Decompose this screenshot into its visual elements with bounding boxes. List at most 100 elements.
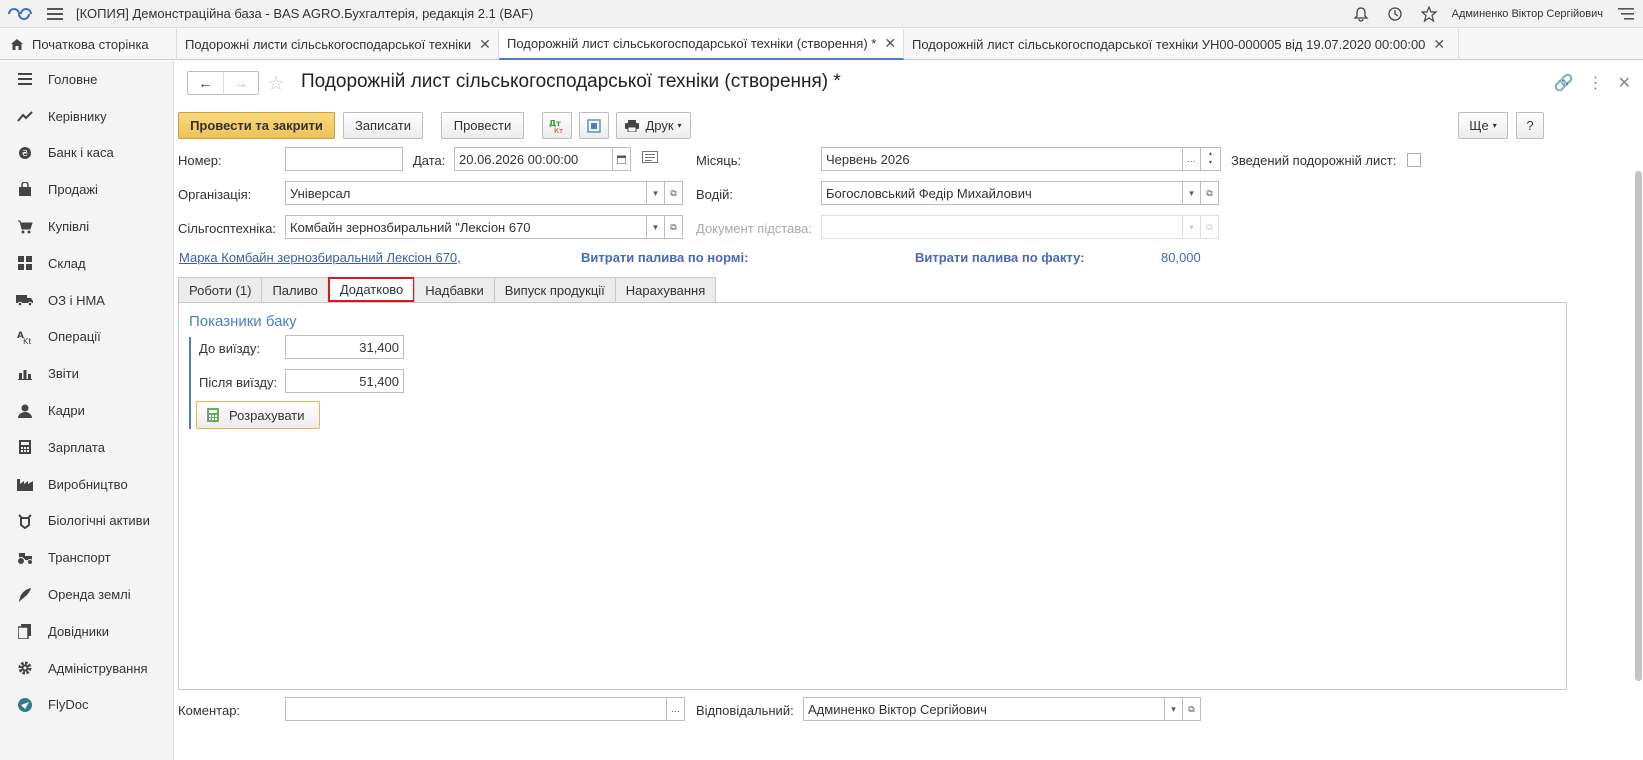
after-departure-input[interactable]: 51,400 — [285, 369, 404, 393]
structure-icon[interactable] — [579, 112, 609, 139]
sidebar-item-administration[interactable]: Адміністрування — [0, 650, 173, 687]
sidebar-item-manager[interactable]: Керівнику — [0, 98, 173, 135]
calculator-icon — [16, 438, 34, 456]
tab-waybill-create[interactable]: Подорожній лист сільськогосподарської те… — [499, 29, 904, 60]
window-tabs: Початкова сторінка Подорожні листи сільс… — [0, 29, 1643, 60]
sidebar-item-reports[interactable]: Звіти — [0, 355, 173, 392]
sidebar-item-hr[interactable]: Кадри — [0, 392, 173, 429]
post-button[interactable]: Провести — [441, 112, 524, 139]
close-icon[interactable]: ✕ — [1433, 36, 1445, 53]
history-icon[interactable] — [1378, 0, 1412, 28]
sidebar-item-fixed-assets[interactable]: ОЗ і НМА — [0, 282, 173, 319]
sidebar-item-land-lease[interactable]: Оренда землі — [0, 576, 173, 613]
sidebar: Головне Керівнику ₴ Банк і каса Продажі … — [0, 61, 174, 760]
back-arrow-icon[interactable]: ← — [188, 72, 224, 94]
sidebar-item-operations[interactable]: A Kt Операції — [0, 319, 173, 356]
sidebar-item-warehouse[interactable]: Склад — [0, 245, 173, 282]
favorites-star-icon[interactable] — [1412, 0, 1446, 28]
up-icon[interactable]: ▴ — [1209, 150, 1212, 159]
scrollbar-thumb[interactable] — [1635, 171, 1642, 681]
more-dropdown-button[interactable]: Ще ▾ — [1458, 112, 1508, 139]
trend-icon — [16, 107, 34, 125]
dropdown-icon[interactable]: ▾ — [1183, 181, 1201, 205]
bar-chart-icon — [16, 365, 34, 383]
sidebar-item-directories[interactable]: Довідники — [0, 613, 173, 650]
link-icon[interactable]: 🔗 — [1554, 73, 1574, 93]
close-icon[interactable]: ✕ — [884, 35, 896, 52]
close-icon[interactable]: ✕ — [1618, 73, 1631, 93]
dropdown-icon[interactable]: ▾ — [1165, 697, 1183, 721]
sidebar-item-bio-assets[interactable]: Біологічні активи — [0, 503, 173, 540]
help-button[interactable]: ? — [1516, 112, 1544, 139]
settings-menu-icon[interactable] — [1609, 0, 1643, 28]
form-tabs: Роботи (1) Паливо Додатково Надбавки Вип… — [178, 277, 717, 302]
down-icon[interactable]: ▾ — [1209, 159, 1212, 168]
sidebar-item-bank[interactable]: ₴ Банк і каса — [0, 135, 173, 172]
sidebar-item-label: Зарплата — [48, 439, 105, 455]
month-stepper[interactable]: ▴ ▾ — [1201, 147, 1221, 171]
sidebar-item-sales[interactable]: Продажі — [0, 171, 173, 208]
app-logo-icon[interactable] — [0, 0, 40, 28]
open-icon[interactable]: ⧉ — [665, 215, 683, 239]
user-name[interactable]: Админенко Віктор Сергійович — [1452, 8, 1603, 20]
tab-waybills-list[interactable]: Подорожні листи сільськогосподарської те… — [177, 29, 499, 60]
driver-input[interactable]: Богословський Федір Михайлович — [821, 181, 1183, 205]
sidebar-item-transport[interactable]: Транспорт — [0, 539, 173, 576]
open-icon[interactable]: ⧉ — [1183, 697, 1201, 721]
tab-waybill-un00-000005[interactable]: Подорожній лист сільськогосподарської те… — [904, 29, 1459, 60]
tab-works[interactable]: Роботи (1) — [178, 277, 263, 302]
sidebar-item-flydoc[interactable]: FlyDoc — [0, 687, 173, 724]
accounting-entries-icon[interactable]: Дт Кт — [542, 112, 572, 139]
post-and-close-button[interactable]: Провести та закрити — [178, 112, 335, 139]
save-button[interactable]: Записати — [343, 112, 423, 139]
month-input[interactable]: Червень 2026 — [821, 147, 1183, 171]
tab-product-output[interactable]: Випуск продукції — [493, 277, 616, 302]
print-dropdown-button[interactable]: Друк ▾ — [616, 112, 691, 139]
sidebar-item-purchases[interactable]: Купівлі — [0, 208, 173, 245]
sidebar-item-label: Операції — [48, 329, 101, 345]
tab-fuel[interactable]: Паливо — [261, 277, 329, 302]
tab-home[interactable]: Початкова сторінка — [0, 29, 177, 60]
close-icon[interactable]: ✕ — [479, 36, 491, 53]
group-divider — [189, 337, 191, 429]
machine-input[interactable]: Комбайн зернозбиральний "Лексіон 670 — [285, 215, 647, 239]
organization-input[interactable]: Універсал — [285, 181, 647, 205]
comment-input[interactable] — [285, 697, 667, 721]
favorite-star-icon[interactable]: ☆ — [267, 71, 285, 96]
sidebar-item-salary[interactable]: Зарплата — [0, 429, 173, 466]
more-label: Ще — [1469, 118, 1489, 133]
basis-document-input — [821, 215, 1183, 239]
more-vertical-icon[interactable]: ⋮ — [1588, 73, 1604, 93]
summary-waybill-checkbox[interactable] — [1407, 153, 1421, 167]
dropdown-icon[interactable]: ▾ — [647, 215, 665, 239]
sidebar-item-label: ОЗ і НМА — [48, 292, 105, 308]
before-departure-input[interactable]: 31,400 — [285, 335, 404, 359]
sidebar-item-production[interactable]: Виробництво — [0, 466, 173, 503]
responsible-input[interactable]: Админенко Віктор Сергійович — [803, 697, 1165, 721]
open-icon[interactable]: ⧉ — [665, 181, 683, 205]
number-input[interactable] — [285, 147, 403, 171]
ellipsis-icon[interactable]: … — [667, 697, 685, 721]
truck-icon — [16, 291, 34, 309]
date-list-icon[interactable] — [642, 151, 658, 166]
tab-allowances[interactable]: Надбавки — [414, 277, 495, 302]
app-title: [КОПИЯ] Демонстраційна база - BAS AGRO.Б… — [76, 6, 534, 21]
vertical-scrollbar[interactable] — [1634, 157, 1643, 697]
feather-icon — [16, 586, 34, 604]
gear-icon — [16, 659, 34, 677]
tank-indicators-title[interactable]: Показники баку — [189, 313, 297, 330]
machine-brand-link[interactable]: Марка Комбайн зернозбиральний Лексіон 67… — [179, 250, 461, 265]
dropdown-icon[interactable]: ▾ — [647, 181, 665, 205]
main-menu-icon[interactable] — [40, 0, 70, 28]
bell-icon[interactable] — [1344, 0, 1378, 28]
open-icon[interactable]: ⧉ — [1201, 181, 1219, 205]
tab-additional[interactable]: Додатково — [327, 277, 416, 302]
calendar-icon[interactable] — [613, 147, 631, 171]
date-input[interactable]: 20.06.2026 00:00:00 — [454, 147, 613, 171]
tab-accruals[interactable]: Нарахування — [614, 277, 717, 302]
ellipsis-icon[interactable]: … — [1183, 147, 1201, 171]
forward-arrow-icon[interactable]: → — [224, 72, 259, 94]
date-label: Дата: — [413, 153, 446, 168]
sidebar-item-main[interactable]: Головне — [0, 61, 173, 98]
calculate-button[interactable]: Розрахувати — [196, 401, 320, 429]
